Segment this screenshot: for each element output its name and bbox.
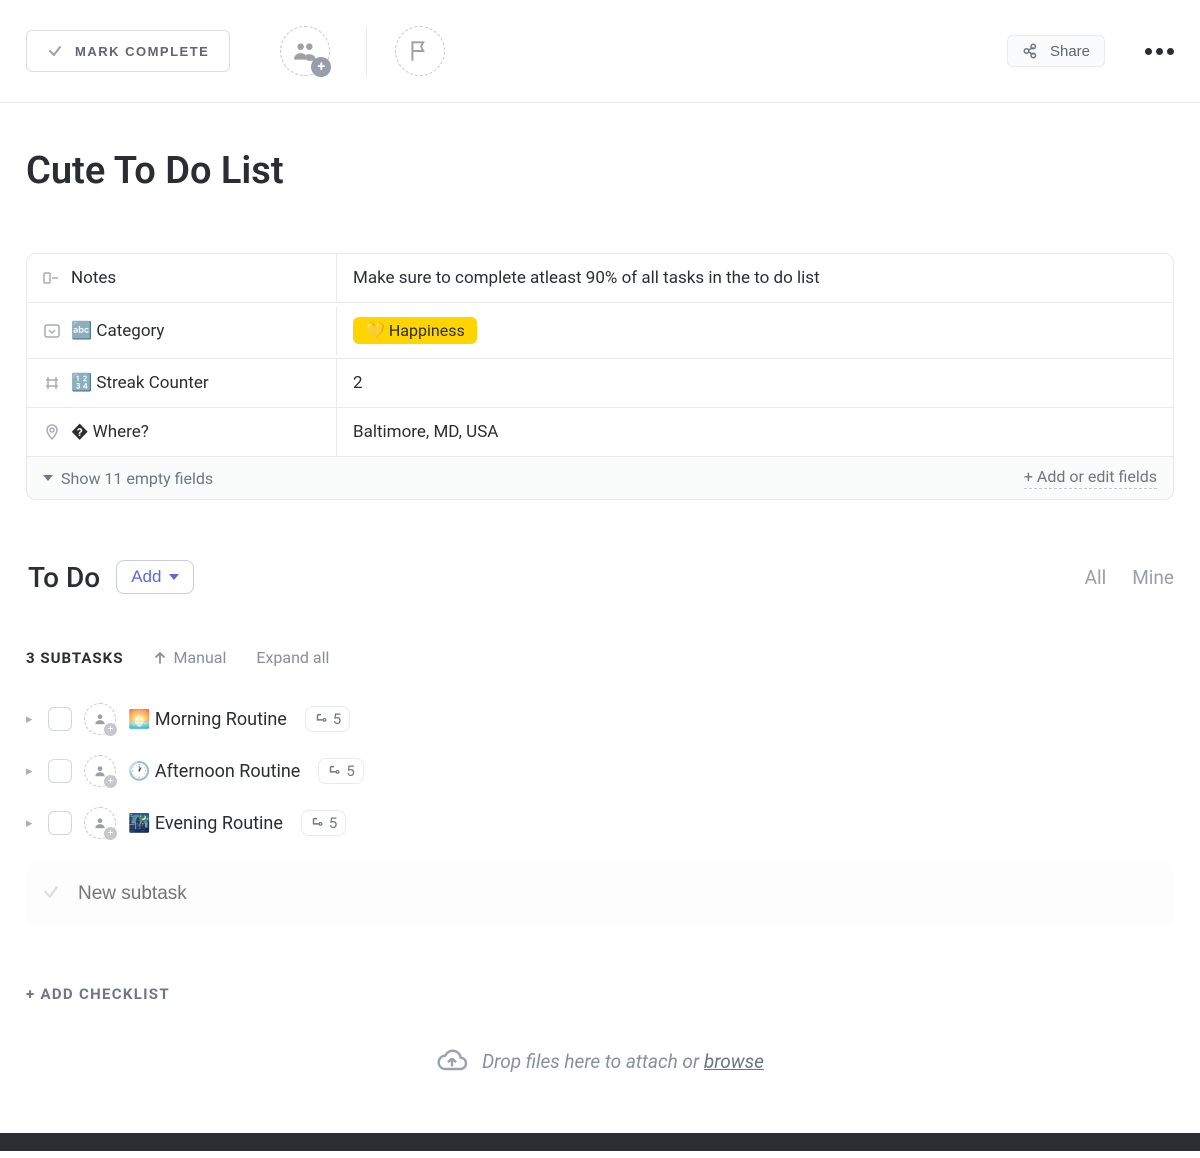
section-header: To Do Add All Mine bbox=[26, 560, 1174, 594]
expand-caret[interactable]: ▸ bbox=[26, 764, 36, 779]
arrow-up-icon bbox=[153, 651, 167, 665]
person-icon bbox=[93, 816, 107, 830]
custom-fields-panel: Notes Make sure to complete atleast 90% … bbox=[26, 253, 1174, 500]
subtask-icon bbox=[310, 816, 324, 830]
field-label: 🔤 Category bbox=[27, 307, 337, 355]
assign-button[interactable]: + bbox=[84, 807, 116, 839]
fields-footer: Show 11 empty fields + Add or edit field… bbox=[27, 457, 1173, 499]
task-checkbox[interactable] bbox=[48, 707, 72, 731]
field-name: � Where? bbox=[71, 422, 149, 442]
attachment-dropzone[interactable]: Drop files here to attach or browse bbox=[26, 1015, 1174, 1101]
field-name: Notes bbox=[71, 268, 116, 288]
task-name[interactable]: 🌅 Morning Routine bbox=[128, 709, 287, 730]
subtasks-count: 3 SUBTASKS bbox=[26, 649, 123, 667]
cloud-upload-icon bbox=[436, 1045, 468, 1077]
task-checkbox[interactable] bbox=[48, 811, 72, 835]
field-label: 🔢 Streak Counter bbox=[27, 359, 337, 407]
person-icon bbox=[93, 764, 107, 778]
show-empty-fields-toggle[interactable]: Show 11 empty fields bbox=[43, 469, 213, 488]
divider bbox=[366, 27, 367, 75]
subtask-count-badge[interactable]: 5 bbox=[318, 758, 363, 784]
expand-caret[interactable]: ▸ bbox=[26, 712, 36, 727]
task-name[interactable]: 🕐 Afternoon Routine bbox=[128, 761, 300, 782]
expand-caret[interactable]: ▸ bbox=[26, 816, 36, 831]
field-name: 🔢 Streak Counter bbox=[71, 373, 209, 393]
field-row-streak: 🔢 Streak Counter 2 bbox=[27, 359, 1173, 408]
more-menu-button[interactable] bbox=[1145, 48, 1174, 55]
field-value-category[interactable]: 💛 Happiness bbox=[337, 303, 1173, 358]
subtask-icon bbox=[327, 764, 341, 778]
subtask-count-badge[interactable]: 5 bbox=[301, 810, 346, 836]
footer-strip bbox=[0, 1133, 1200, 1151]
section-title: To Do bbox=[26, 561, 100, 594]
plus-icon: + bbox=[104, 775, 117, 788]
page-title[interactable]: Cute To Do List bbox=[26, 149, 1174, 193]
share-button[interactable]: Share bbox=[1007, 35, 1105, 67]
share-icon bbox=[1022, 42, 1040, 60]
show-empty-label: Show 11 empty fields bbox=[61, 469, 213, 488]
dropzone-text: Drop files here to attach or browse bbox=[482, 1050, 764, 1073]
location-pin-icon bbox=[43, 423, 61, 441]
subtask-icon bbox=[314, 712, 328, 726]
task-checkbox[interactable] bbox=[48, 759, 72, 783]
sort-option[interactable]: Manual bbox=[153, 648, 226, 667]
filter-tab-mine[interactable]: Mine bbox=[1132, 566, 1174, 589]
top-toolbar: MARK COMPLETE + Share bbox=[0, 0, 1200, 103]
field-row-where: � Where? Baltimore, MD, USA bbox=[27, 408, 1173, 457]
subtasks-bar: 3 SUBTASKS Manual Expand all bbox=[26, 648, 1174, 667]
new-subtask-row bbox=[26, 863, 1174, 925]
task-name[interactable]: 🌃 Evening Routine bbox=[128, 813, 283, 834]
person-icon bbox=[93, 712, 107, 726]
task-row: ▸ + 🌅 Morning Routine 5 bbox=[26, 693, 1174, 745]
mark-complete-label: MARK COMPLETE bbox=[75, 44, 209, 59]
caret-down-icon bbox=[43, 475, 53, 481]
field-row-category: 🔤 Category 💛 Happiness bbox=[27, 303, 1173, 359]
field-name: 🔤 Category bbox=[71, 321, 164, 341]
mark-complete-button[interactable]: MARK COMPLETE bbox=[26, 30, 230, 72]
field-value-notes[interactable]: Make sure to complete atleast 90% of all… bbox=[337, 254, 1173, 302]
assign-button[interactable]: + bbox=[84, 755, 116, 787]
flag-icon bbox=[407, 38, 433, 64]
field-label: Notes bbox=[27, 254, 337, 302]
check-icon bbox=[42, 883, 60, 905]
expand-all-button[interactable]: Expand all bbox=[256, 648, 329, 667]
flag-button[interactable] bbox=[395, 26, 445, 76]
plus-icon: + bbox=[311, 57, 331, 77]
add-label: Add bbox=[131, 567, 161, 587]
field-label: � Where? bbox=[27, 408, 337, 456]
dot-icon bbox=[1167, 48, 1174, 55]
task-row: ▸ + 🌃 Evening Routine 5 bbox=[26, 797, 1174, 849]
task-row: ▸ + 🕐 Afternoon Routine 5 bbox=[26, 745, 1174, 797]
assign-button[interactable]: + bbox=[84, 703, 116, 735]
field-value-streak[interactable]: 2 bbox=[337, 359, 1173, 407]
caret-down-icon bbox=[169, 574, 179, 580]
subtask-count-badge[interactable]: 5 bbox=[305, 706, 350, 732]
plus-icon: + bbox=[104, 827, 117, 840]
check-icon bbox=[47, 43, 63, 59]
add-edit-fields-link[interactable]: + Add or edit fields bbox=[1024, 467, 1157, 489]
new-subtask-input[interactable] bbox=[78, 883, 1158, 905]
hash-icon bbox=[43, 374, 61, 392]
add-task-button[interactable]: Add bbox=[116, 560, 194, 594]
plus-icon: + bbox=[104, 723, 117, 736]
share-label: Share bbox=[1050, 43, 1090, 60]
browse-link[interactable]: browse bbox=[704, 1050, 764, 1073]
assign-people-button[interactable]: + bbox=[280, 26, 330, 76]
dot-icon bbox=[1145, 48, 1152, 55]
sort-label: Manual bbox=[173, 648, 226, 667]
dropdown-field-icon bbox=[43, 322, 61, 340]
text-field-icon bbox=[43, 269, 61, 287]
field-value-where[interactable]: Baltimore, MD, USA bbox=[337, 408, 1173, 456]
field-row-notes: Notes Make sure to complete atleast 90% … bbox=[27, 254, 1173, 303]
filter-tab-all[interactable]: All bbox=[1085, 566, 1107, 589]
filter-tabs: All Mine bbox=[1085, 566, 1174, 589]
category-tag: 💛 Happiness bbox=[353, 317, 477, 344]
add-checklist-button[interactable]: + ADD CHECKLIST bbox=[26, 985, 1174, 1003]
dot-icon bbox=[1156, 48, 1163, 55]
